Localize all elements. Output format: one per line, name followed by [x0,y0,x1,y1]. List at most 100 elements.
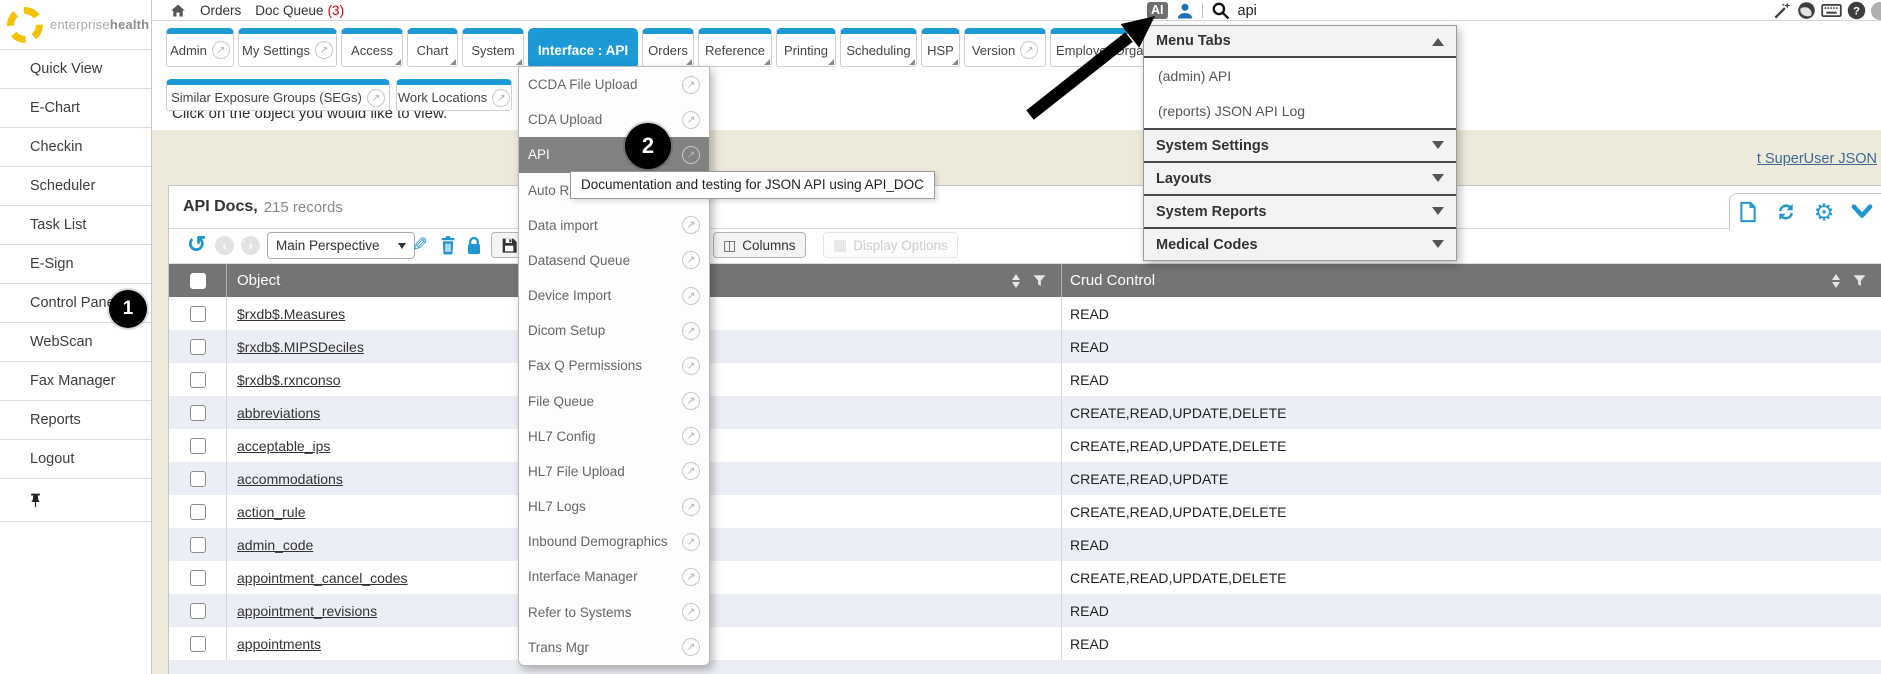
object-link[interactable]: appointments [237,636,321,652]
open-new-icon[interactable] [492,89,510,107]
open-new-icon[interactable] [212,41,230,59]
open-new-icon[interactable] [682,392,700,410]
tab-my-settings[interactable]: My Settings [238,28,337,67]
new-document-icon[interactable] [1738,201,1758,223]
sort-icon[interactable] [1832,270,1840,292]
search-icon[interactable] [1211,1,1230,20]
menu-item-refer-to-systems[interactable]: Refer to Systems [519,595,709,630]
menu-item-dicom-setup[interactable]: Dicom Setup [519,313,709,348]
object-link[interactable]: accommodations [237,471,343,487]
tab-similar-exposure-groups[interactable]: Similar Exposure Groups (SEGs) [166,79,390,111]
menu-item-cda-upload[interactable]: CDA Upload [519,102,709,137]
edit-pencil-icon[interactable] [412,234,428,257]
topbar-doc-queue-link[interactable]: Doc Queue (3) [255,3,344,18]
tab-hsp[interactable]: HSP [921,28,960,67]
menu-item-hl7-logs[interactable]: HL7 Logs [519,489,709,524]
object-link[interactable]: abbreviations [237,405,320,421]
object-link[interactable]: admin_code [237,537,313,553]
row-checkbox[interactable] [190,570,206,586]
menu-item-api[interactable]: API [519,137,709,172]
display-options-button[interactable]: ▦ Display Options [823,232,958,258]
sidebar-item-quick-view[interactable]: Quick View [0,50,151,89]
open-new-icon[interactable] [682,146,700,164]
tab-version[interactable]: Version [964,28,1046,67]
tab-printing[interactable]: Printing [776,28,836,67]
filter-icon[interactable] [1032,273,1047,288]
prev-page-icon[interactable]: ‹ [215,236,234,255]
menu-item-trans-mgr[interactable]: Trans Mgr [519,630,709,665]
object-link[interactable]: appointment_cancel_codes [237,570,407,586]
open-new-icon[interactable] [682,568,700,586]
open-new-icon[interactable] [682,462,700,480]
tab-system[interactable]: System [462,28,524,67]
open-new-icon[interactable] [682,287,700,305]
result-admin-api[interactable]: (admin) API [1144,58,1456,93]
menu-item-data-import[interactable]: Data import [519,208,709,243]
section-system-reports[interactable]: System Reports [1144,194,1456,227]
open-new-icon[interactable] [682,427,700,445]
open-new-icon[interactable] [682,638,700,656]
open-new-icon[interactable] [682,76,700,94]
sidebar-item-reports[interactable]: Reports [0,401,151,440]
object-link[interactable]: $rxdb$.Measures [237,306,345,322]
tab-chart[interactable]: Chart [407,28,458,67]
sidebar-item-checkin[interactable]: Checkin [0,128,151,167]
pin-icon[interactable] [28,492,43,509]
undo-icon[interactable] [187,231,206,258]
superuser-link[interactable]: t SuperUser JSON [1757,151,1877,167]
menu-item-device-import[interactable]: Device Import [519,278,709,313]
object-link[interactable]: appointment_revisions [237,603,377,619]
open-new-icon[interactable] [1020,41,1038,59]
row-checkbox[interactable] [190,471,206,487]
gear-icon[interactable]: ⚙ [1814,201,1835,224]
open-new-icon[interactable] [682,111,700,129]
sidebar-item-scheduler[interactable]: Scheduler [0,167,151,206]
sidebar-item-webscan[interactable]: WebScan [0,323,151,362]
row-checkbox[interactable] [190,603,206,619]
trash-icon[interactable] [439,235,457,261]
open-new-icon[interactable] [682,251,700,269]
row-checkbox[interactable] [190,306,206,322]
select-all-checkbox[interactable] [190,273,206,289]
chevron-down-icon[interactable] [1851,203,1873,221]
tab-scheduling[interactable]: Scheduling [840,28,917,67]
tab-orders[interactable]: Orders [642,28,694,67]
open-new-icon[interactable] [682,216,700,234]
help-icon[interactable]: ? [1847,1,1866,20]
menu-item-datasend-queue[interactable]: Datasend Queue [519,243,709,278]
menu-item-hl7-config[interactable]: HL7 Config [519,419,709,454]
open-new-icon[interactable] [682,322,700,340]
tab-admin[interactable]: Admin [166,28,234,67]
menu-item-ccda-file-upload[interactable]: CCDA File Upload [519,67,709,102]
open-new-icon[interactable] [315,41,333,59]
tab-reference[interactable]: Reference [698,28,772,67]
menu-item-interface-manager[interactable]: Interface Manager [519,559,709,594]
row-checkbox[interactable] [190,339,206,355]
tab-interface-api[interactable]: Interface : API [528,28,638,67]
object-link[interactable]: $rxdb$.MIPSDeciles [237,339,364,355]
menu-item-inbound-demographics[interactable]: Inbound Demographics [519,524,709,559]
object-link[interactable]: action_rule [237,504,306,520]
section-menu-tabs[interactable]: Menu Tabs [1144,26,1456,58]
result-reports-json-api-log[interactable]: (reports) JSON API Log [1144,93,1456,128]
row-checkbox[interactable] [190,504,206,520]
filter-icon[interactable] [1852,273,1867,288]
row-checkbox[interactable] [190,537,206,553]
section-system-settings[interactable]: System Settings [1144,128,1456,161]
sidebar-item-logout[interactable]: Logout [0,440,151,479]
tab-work-locations[interactable]: Work Locations [396,79,512,111]
open-new-icon[interactable] [682,357,700,375]
ai-badge[interactable]: AI [1147,2,1168,19]
sidebar-item-e-chart[interactable]: E-Chart [0,89,151,128]
menu-item-file-queue[interactable]: File Queue [519,384,709,419]
globe-icon[interactable] [1797,1,1816,20]
keyboard-icon[interactable] [1821,1,1842,20]
home-icon[interactable] [170,3,186,18]
lock-icon[interactable] [465,235,483,261]
menu-item-hl7-file-upload[interactable]: HL7 File Upload [519,454,709,489]
open-new-icon[interactable] [682,533,700,551]
sidebar-item-fax-manager[interactable]: Fax Manager [0,362,151,401]
row-checkbox[interactable] [190,372,206,388]
sidebar-item-task-list[interactable]: Task List [0,206,151,245]
topbar-orders-link[interactable]: Orders [200,3,241,18]
